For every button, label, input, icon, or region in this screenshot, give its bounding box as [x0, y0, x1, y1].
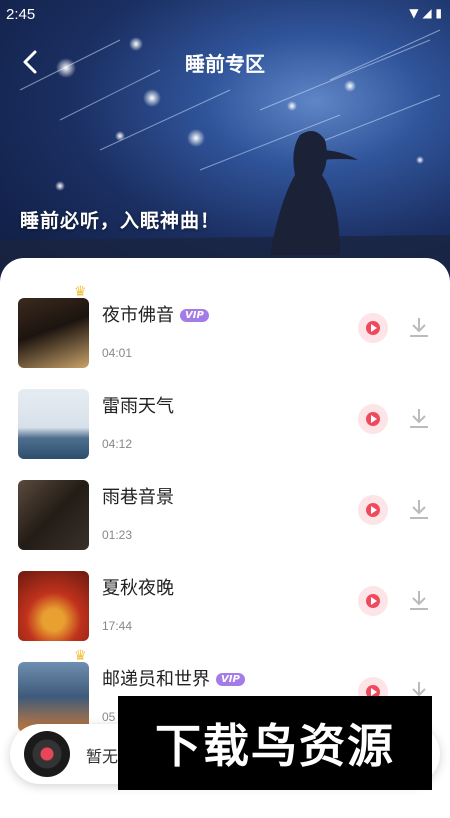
track-row[interactable]: 雷雨天气 04:12: [0, 387, 450, 478]
hero-banner: 2:45 ▼ ◢ ▮ 睡前专区 睡前必听，入眠神曲！: [0, 0, 450, 290]
download-icon[interactable]: [406, 587, 432, 613]
track-list: ♛ 夜市佛音 VIP 04:01 雷雨天气 04:12 雨巷音景 01:23 夏秋…: [0, 284, 450, 751]
download-icon[interactable]: [406, 405, 432, 431]
track-cover: [18, 662, 89, 732]
vip-badge: VIP: [180, 309, 209, 322]
play-icon: [366, 503, 380, 517]
track-row[interactable]: 夏秋夜晚 17:44: [0, 569, 450, 660]
watermark-overlay: 下载鸟资源: [118, 696, 432, 790]
track-duration: 04:12: [102, 437, 133, 451]
play-icon: [366, 321, 380, 335]
status-icons: ▼ ◢ ▮: [409, 6, 442, 20]
play-button[interactable]: [358, 586, 388, 616]
vip-badge: VIP: [216, 673, 245, 686]
track-title-wrap: 邮递员和世界 VIP: [102, 665, 245, 691]
track-row[interactable]: ♛ 夜市佛音 VIP 04:01: [0, 284, 450, 387]
track-duration: 05: [102, 710, 116, 724]
download-icon[interactable]: [406, 496, 432, 522]
track-title: 雨巷音景: [102, 487, 174, 508]
crown-icon: ♛: [74, 284, 87, 300]
page-title: 睡前专区: [185, 52, 265, 76]
track-title: 夏秋夜晚: [102, 578, 174, 599]
track-cover: [18, 389, 89, 459]
track-cover: [18, 480, 89, 550]
track-cover: [18, 571, 89, 641]
play-button[interactable]: [358, 313, 388, 343]
track-duration: 01:23: [102, 528, 133, 542]
track-cover: [18, 298, 89, 368]
status-time: 2:45: [6, 6, 36, 23]
top-bar: 睡前专区: [0, 40, 450, 84]
download-icon[interactable]: [406, 314, 432, 340]
track-title: 邮递员和世界: [102, 669, 210, 690]
track-title: 夜市佛音: [102, 305, 174, 326]
status-bar: 2:45 ▼ ◢ ▮: [0, 0, 450, 28]
track-title-wrap: 夜市佛音 VIP: [102, 301, 209, 327]
crown-icon: ♛: [74, 648, 87, 664]
track-duration: 17:44: [102, 619, 133, 633]
play-icon: [366, 412, 380, 426]
play-icon: [366, 594, 380, 608]
track-title: 雷雨天气: [102, 396, 174, 417]
track-row[interactable]: 雨巷音景 01:23: [0, 478, 450, 569]
play-button[interactable]: [358, 404, 388, 434]
player-status: 暂无: [86, 747, 119, 766]
hero-subtitle: 睡前必听，入眠神曲！: [20, 210, 221, 232]
track-duration: 04:01: [102, 346, 133, 360]
play-button[interactable]: [358, 495, 388, 525]
vinyl-disc-icon[interactable]: [24, 731, 70, 777]
